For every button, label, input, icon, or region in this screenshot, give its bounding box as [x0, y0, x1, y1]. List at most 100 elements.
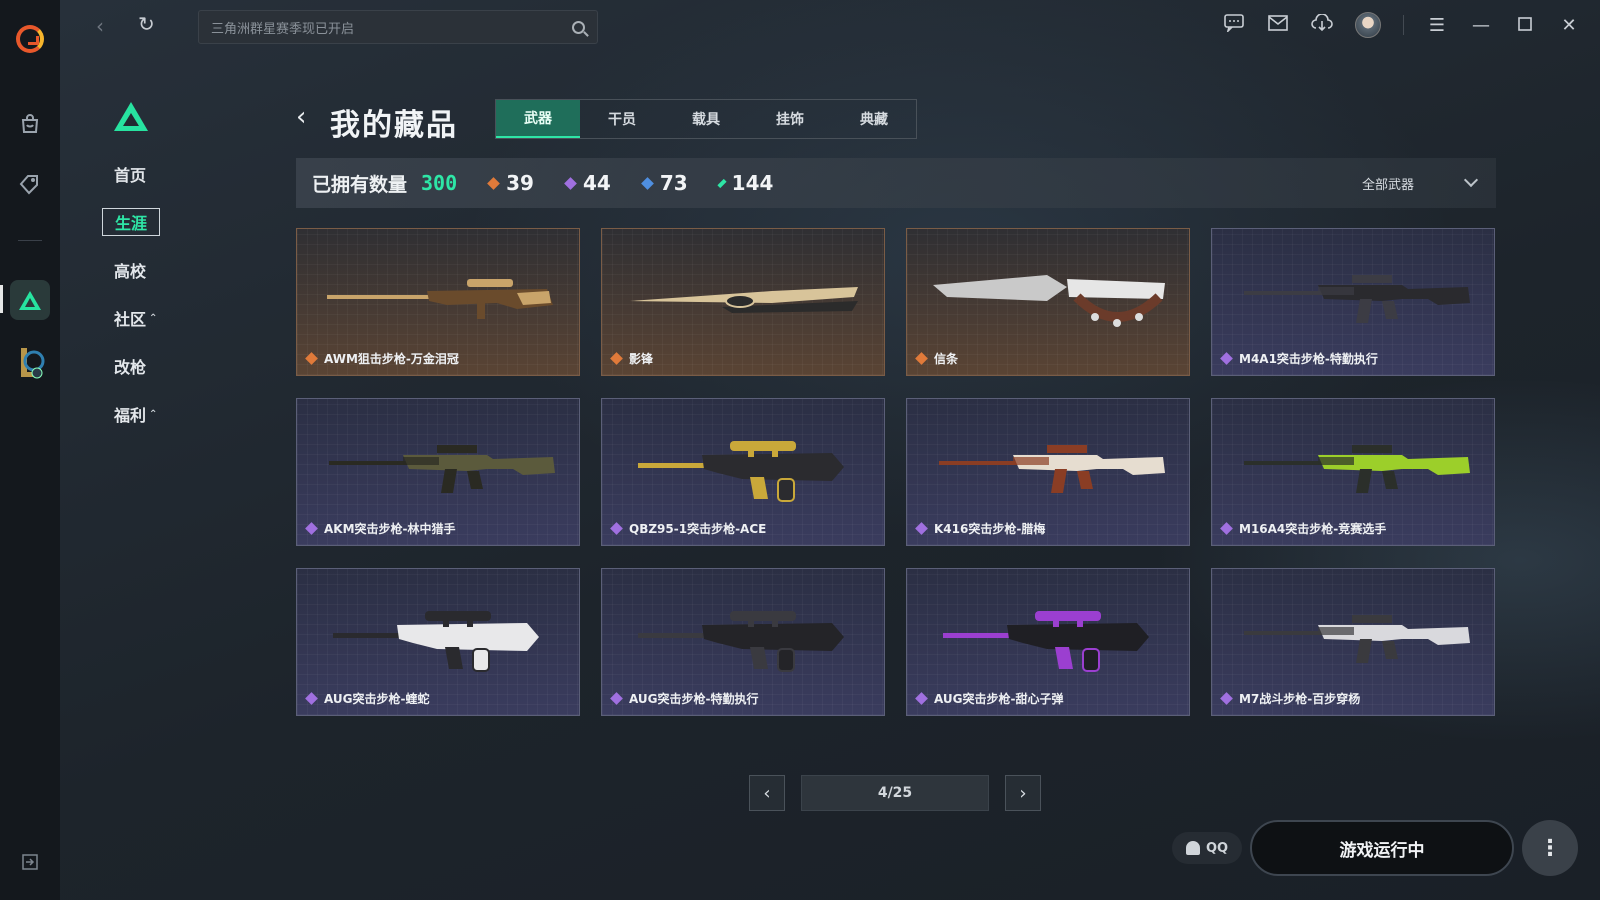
nav-item-welfare[interactable]: 福利 ⌃	[102, 400, 172, 428]
weapon-card[interactable]: 信条	[906, 228, 1190, 376]
weapon-name: AUG突击步枪-甜心子弹	[934, 692, 1064, 706]
tag-icon[interactable]	[0, 166, 60, 202]
weapon-filter-dropdown[interactable]: 全部武器	[1361, 172, 1479, 193]
nav-item-gunsmith[interactable]: 改枪	[102, 352, 172, 380]
blue-gem-icon	[640, 176, 654, 190]
launch-game-button[interactable]: 游戏运行中	[1250, 820, 1514, 876]
weapon-name: QBZ95-1突击步枪-ACE	[629, 522, 767, 536]
filter-label: 全部武器	[1361, 177, 1414, 193]
tab-operators[interactable]: 干员	[580, 100, 664, 138]
weapon-card[interactable]: AUG突击步枪-甜心子弹	[906, 568, 1190, 716]
menu-icon[interactable]: ☰	[1426, 15, 1448, 36]
caret-up-icon: ⌃	[149, 312, 158, 324]
prev-page-button[interactable]: ‹	[749, 775, 785, 811]
green-gem-icon	[717, 178, 727, 188]
more-options-button[interactable]: ⋮	[1522, 820, 1578, 876]
category-tabs: 武器 干员 载具 挂饰 典藏	[495, 99, 917, 139]
tab-collection[interactable]: 典藏	[832, 100, 916, 138]
weapon-name: AKM突击步枪-林中猎手	[324, 522, 456, 536]
tab-weapons[interactable]: 武器	[496, 100, 580, 138]
nav-item-home[interactable]: 首页	[102, 160, 172, 188]
weapon-name: AUG突击步枪-蝰蛇	[324, 692, 430, 706]
avatar[interactable]	[1355, 12, 1381, 38]
weapon-name: AWM狙击步枪-万金泪冠	[324, 352, 459, 366]
tab-vehicles[interactable]: 载具	[664, 100, 748, 138]
top-divider	[1403, 15, 1404, 35]
owned-label: 已拥有数量	[312, 173, 408, 196]
nav-label: 首页	[114, 166, 147, 185]
stat-value: 144	[731, 171, 774, 195]
weapon-grid: AWM狙击步枪-万金泪冠 影锋 信条 M4A1突击步枪-特勤执行 AKM突击步枪…	[296, 228, 1496, 716]
nav-label: 社区	[114, 310, 147, 329]
next-page-button[interactable]: ›	[1005, 775, 1041, 811]
weapon-card[interactable]: AUG突击步枪-蝰蛇	[296, 568, 580, 716]
weapon-label: M16A4突击步枪-竞赛选手	[1220, 520, 1387, 537]
close-icon[interactable]: ✕	[1558, 15, 1580, 36]
refresh-icon[interactable]: ↻	[138, 12, 155, 36]
collapse-icon[interactable]	[0, 850, 60, 874]
weapon-card[interactable]: 影锋	[601, 228, 885, 376]
weapon-name: M7战斗步枪-百步穿杨	[1239, 692, 1361, 706]
search-placeholder: 三角洲群星赛季现已开启	[211, 21, 355, 37]
bell-icon	[1185, 841, 1200, 855]
nav-item-community[interactable]: 社区 ⌃	[102, 304, 172, 332]
rarity-gem-icon	[610, 692, 623, 705]
nav-label: 改枪	[114, 358, 147, 377]
league-icon[interactable]	[0, 340, 60, 384]
app-logo-icon[interactable]	[0, 18, 60, 60]
stat-gold: 39	[487, 171, 534, 195]
qq-button[interactable]: QQ	[1172, 832, 1242, 864]
rarity-gem-icon	[915, 522, 928, 535]
stat-value: 73	[659, 171, 688, 195]
maximize-icon[interactable]	[1514, 15, 1536, 36]
rarity-gem-icon	[610, 522, 623, 535]
bag-icon[interactable]	[0, 106, 60, 142]
page-back-icon[interactable]: ‹	[296, 102, 306, 132]
stat-blue: 73	[640, 171, 688, 195]
nav-label: 生涯	[114, 214, 147, 233]
rarity-gem-icon	[1220, 522, 1233, 535]
nav-item-career[interactable]: 生涯	[102, 208, 160, 236]
chat-icon[interactable]	[1223, 13, 1245, 37]
rail-divider	[18, 240, 42, 241]
rarity-gem-icon	[1220, 352, 1233, 365]
minimize-icon[interactable]: —	[1470, 15, 1492, 36]
weapon-card[interactable]: AWM狙击步枪-万金泪冠	[296, 228, 580, 376]
weapon-card[interactable]: K416突击步枪-腊梅	[906, 398, 1190, 546]
weapon-label: M7战斗步枪-百步穿杨	[1220, 690, 1361, 707]
weapon-label: AWM狙击步枪-万金泪冠	[305, 350, 459, 367]
mail-icon[interactable]	[1267, 14, 1289, 36]
rarity-gem-icon	[915, 352, 928, 365]
weapon-card[interactable]: M7战斗步枪-百步穿杨	[1211, 568, 1495, 716]
rarity-gem-icon	[915, 692, 928, 705]
weapon-label: M4A1突击步枪-特勤执行	[1220, 350, 1378, 367]
download-icon[interactable]	[1311, 12, 1333, 37]
gold-gem-icon	[487, 176, 501, 190]
rarity-gem-icon	[1220, 692, 1233, 705]
stat-green: 144	[717, 171, 774, 195]
weapon-card[interactable]: M4A1突击步枪-特勤执行	[1211, 228, 1495, 376]
weapon-card[interactable]: AUG突击步枪-特勤执行	[601, 568, 885, 716]
weapon-name: M16A4突击步枪-竞赛选手	[1239, 522, 1387, 536]
stat-value: 44	[582, 171, 611, 195]
search-input[interactable]: 三角洲群星赛季现已开启	[198, 10, 598, 44]
weapon-card[interactable]: AKM突击步枪-林中猎手	[296, 398, 580, 546]
tab-charms[interactable]: 挂饰	[748, 100, 832, 138]
weapon-name: M4A1突击步枪-特勤执行	[1239, 352, 1378, 366]
weapon-name: AUG突击步枪-特勤执行	[629, 692, 759, 706]
weapon-label: K416突击步枪-腊梅	[915, 520, 1045, 537]
rarity-gem-icon	[305, 352, 318, 365]
nav-item-campus[interactable]: 高校	[102, 256, 172, 284]
weapon-label: 影锋	[610, 350, 653, 367]
stats-bar: 已拥有数量 300 39 44 73 144 全部武器	[296, 158, 1496, 208]
weapon-card[interactable]: M16A4突击步枪-竞赛选手	[1211, 398, 1495, 546]
back-icon[interactable]: ‹	[96, 14, 104, 38]
owned-value: 300	[421, 171, 458, 195]
weapon-card[interactable]: QBZ95-1突击步枪-ACE	[601, 398, 885, 546]
stat-value: 39	[506, 171, 534, 195]
search-icon[interactable]	[572, 20, 585, 34]
delta-force-logo-icon	[114, 102, 148, 131]
weapon-label: QBZ95-1突击步枪-ACE	[610, 520, 767, 537]
delta-force-icon[interactable]	[0, 278, 60, 322]
chevron-down-icon	[1463, 172, 1479, 188]
